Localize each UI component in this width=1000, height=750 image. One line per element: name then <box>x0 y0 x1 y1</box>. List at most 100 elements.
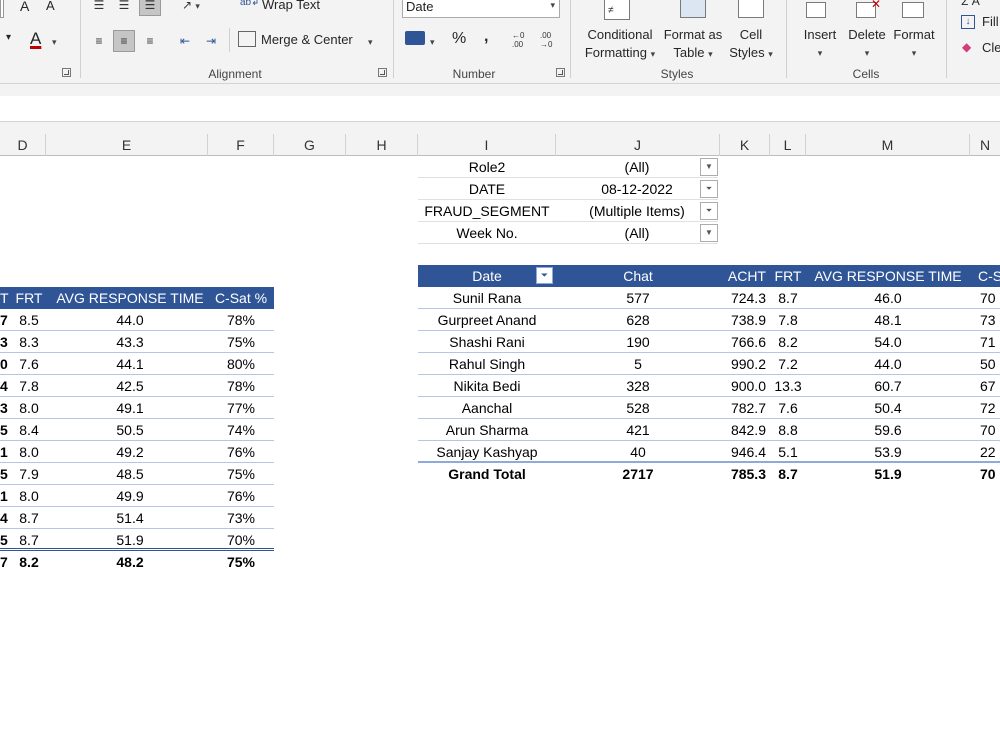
row-label[interactable]: Rahul Singh <box>418 353 556 375</box>
formula-bar[interactable] <box>0 96 1000 122</box>
table-cell[interactable]: 13.3 <box>770 375 806 397</box>
align-center-icon[interactable]: ≡ <box>113 30 135 52</box>
table-cell[interactable]: 50.4 <box>806 397 970 419</box>
filter-applied-icon[interactable]: ⏷ <box>700 180 718 198</box>
column-header-n[interactable]: N <box>970 134 1000 156</box>
row-label[interactable]: Gurpreet Anand <box>418 309 556 331</box>
font-color-dropdown[interactable]: ▾ <box>52 33 57 48</box>
table-cell[interactable]: 528 <box>556 397 720 419</box>
table-cell[interactable]: 49.2 <box>52 441 208 463</box>
row-label[interactable]: Sanjay Kashyap <box>418 441 556 463</box>
table-cell[interactable]: 8.8 <box>770 419 806 441</box>
delete-button[interactable]: Delete ▾ <box>844 26 890 62</box>
filter-applied-icon[interactable]: ⏷ <box>536 267 553 284</box>
column-header-e[interactable]: E <box>46 134 208 156</box>
column-header-d[interactable]: D <box>0 134 46 156</box>
table-cell[interactable]: 5.1 <box>770 441 806 463</box>
align-middle-icon[interactable]: ☰ <box>113 0 135 16</box>
column-header-j[interactable]: J <box>556 134 720 156</box>
table-cell[interactable]: 7.6 <box>770 397 806 419</box>
font-color-icon[interactable]: A <box>30 29 41 49</box>
table-cell[interactable]: 7.6 <box>12 353 46 375</box>
column-header-h[interactable]: H <box>346 134 418 156</box>
insert-button[interactable]: Insert ▾ <box>798 26 842 62</box>
table-cell[interactable]: 8.5 <box>12 309 46 331</box>
table-cell[interactable]: 80% <box>208 353 274 375</box>
filter-applied-icon[interactable]: ⏷ <box>700 202 718 220</box>
number-dialog-launcher[interactable] <box>556 68 565 77</box>
table-cell[interactable]: 67 <box>980 375 1000 397</box>
table-cell[interactable]: 0 <box>0 353 12 375</box>
table-cell[interactable]: 5 <box>556 353 720 375</box>
row-label[interactable]: Sunil Rana <box>418 287 556 309</box>
table-cell[interactable]: 44.0 <box>52 309 208 331</box>
table-cell[interactable]: 75% <box>208 463 274 485</box>
table-cell[interactable]: 42.5 <box>52 375 208 397</box>
conditional-formatting-button[interactable]: Conditional Formatting ▾ <box>582 26 658 63</box>
table-cell[interactable]: 73% <box>208 507 274 529</box>
align-right-icon[interactable]: ≡ <box>139 30 161 52</box>
table-cell[interactable]: 78% <box>208 375 274 397</box>
increase-font-icon[interactable]: A <box>20 0 29 14</box>
total-label[interactable]: Grand Total <box>418 463 556 485</box>
table-cell[interactable]: 70 <box>980 287 1000 309</box>
chevron-down-icon[interactable]: ▼ <box>700 224 718 242</box>
table-cell[interactable]: 8.0 <box>12 485 46 507</box>
format-button[interactable]: Format ▾ <box>890 26 938 62</box>
table-cell[interactable]: 8.2 <box>770 331 806 353</box>
table-cell[interactable]: 60.7 <box>806 375 970 397</box>
accounting-format-icon[interactable] <box>405 31 425 45</box>
row-label[interactable]: Aanchal <box>418 397 556 419</box>
table-cell[interactable]: 577 <box>556 287 720 309</box>
table-cell[interactable]: 44.0 <box>806 353 970 375</box>
table-cell[interactable]: 900.0 <box>720 375 766 397</box>
column-header-l[interactable]: L <box>770 134 806 156</box>
table-cell[interactable]: 8.3 <box>12 331 46 353</box>
alignment-dialog-launcher[interactable] <box>378 68 387 77</box>
font-dialog-launcher[interactable] <box>62 68 71 77</box>
table-cell[interactable]: 1 <box>0 441 12 463</box>
table-cell[interactable]: 54.0 <box>806 331 970 353</box>
table-cell[interactable]: 78% <box>208 309 274 331</box>
column-header-g[interactable]: G <box>274 134 346 156</box>
total-cell[interactable]: 70 <box>980 463 1000 485</box>
fill-color-dropdown[interactable]: ▾ <box>6 32 11 43</box>
total-cell[interactable]: 51.9 <box>806 463 970 485</box>
wrap-text-button[interactable]: Wrap Text <box>262 0 320 12</box>
table-cell[interactable]: 8.0 <box>12 441 46 463</box>
column-header-f[interactable]: F <box>208 134 274 156</box>
table-cell[interactable]: 5 <box>0 463 12 485</box>
table-cell[interactable]: 48.1 <box>806 309 970 331</box>
table-cell[interactable]: 72 <box>980 397 1000 419</box>
table-cell[interactable]: 628 <box>556 309 720 331</box>
align-left-icon[interactable]: ≡ <box>88 30 110 52</box>
table-cell[interactable]: 7.8 <box>12 375 46 397</box>
column-header-k[interactable]: K <box>720 134 770 156</box>
total-cell[interactable]: 7 <box>0 551 12 573</box>
total-cell[interactable]: 8.2 <box>12 551 46 573</box>
row-label[interactable]: Nikita Bedi <box>418 375 556 397</box>
table-cell[interactable]: 8.7 <box>770 287 806 309</box>
table-cell[interactable]: 48.5 <box>52 463 208 485</box>
table-cell[interactable]: 73 <box>980 309 1000 331</box>
table-cell[interactable]: 3 <box>0 397 12 419</box>
total-cell[interactable]: 2717 <box>556 463 720 485</box>
table-cell[interactable]: 40 <box>556 441 720 463</box>
table-cell[interactable]: 4 <box>0 507 12 529</box>
row-label[interactable]: Shashi Rani <box>418 331 556 353</box>
percent-style-button[interactable]: % <box>452 30 466 48</box>
cell-styles-button[interactable]: Cell Styles ▾ <box>722 26 780 63</box>
align-top-icon[interactable]: ☰ <box>88 0 110 16</box>
decrease-indent-icon[interactable]: ⇤ <box>174 30 196 52</box>
table-cell[interactable]: 53.9 <box>806 441 970 463</box>
table-cell[interactable]: 4 <box>0 375 12 397</box>
table-cell[interactable]: 71 <box>980 331 1000 353</box>
table-cell[interactable]: 44.1 <box>52 353 208 375</box>
table-cell[interactable]: 51.4 <box>52 507 208 529</box>
table-cell[interactable]: 43.3 <box>52 331 208 353</box>
total-cell[interactable]: 8.7 <box>770 463 806 485</box>
total-cell[interactable]: 48.2 <box>52 551 208 573</box>
total-cell[interactable]: 785.3 <box>720 463 766 485</box>
table-cell[interactable]: 5 <box>0 419 12 441</box>
font-size-box[interactable] <box>0 0 4 18</box>
